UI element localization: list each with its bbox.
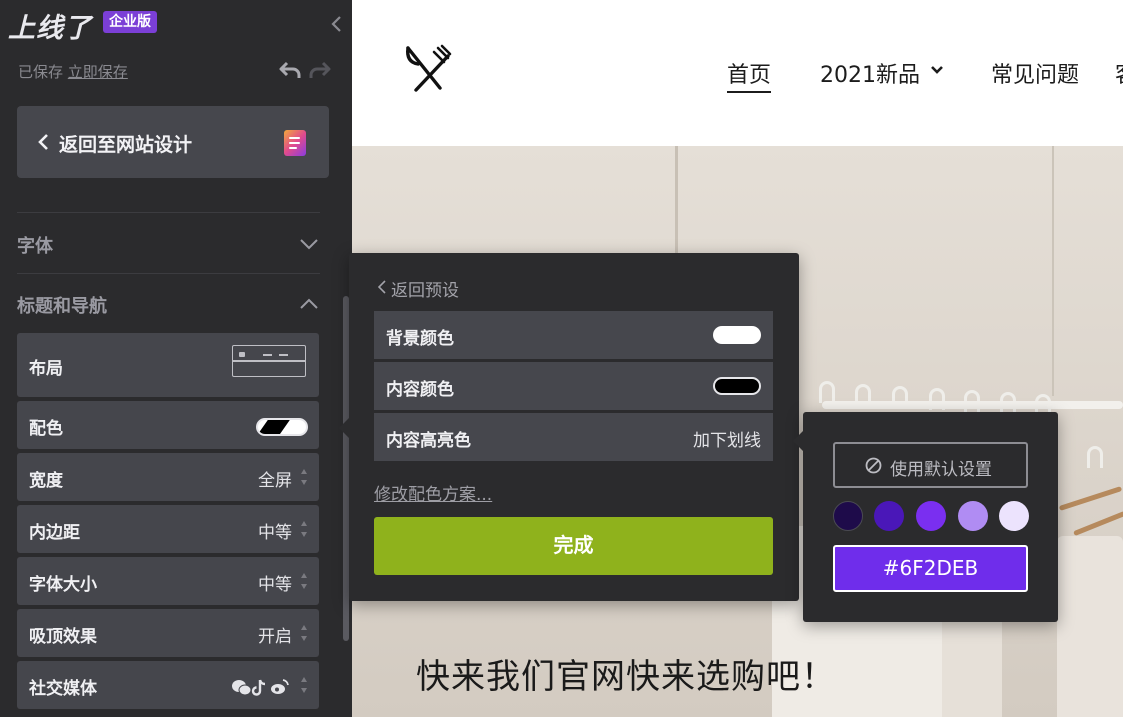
setting-label: 配色	[29, 419, 63, 439]
chevron-down-icon[interactable]	[930, 65, 944, 75]
nav-customer[interactable]: 客	[1115, 57, 1123, 89]
section-font-header[interactable]: 字体	[17, 232, 53, 258]
saved-text: 已保存	[18, 63, 64, 81]
setting-label: 宽度	[29, 471, 63, 491]
setting-label: 字体大小	[29, 575, 97, 595]
save-status: 已保存 立即保存	[18, 61, 128, 82]
chevron-left-icon[interactable]	[378, 280, 386, 294]
row-highlight-color[interactable]: 内容高亮色 加下划线	[374, 413, 773, 461]
setting-label: 社交媒体	[29, 679, 97, 699]
setting-row-color[interactable]: 配色	[17, 401, 319, 449]
row-label: 内容颜色	[386, 380, 454, 400]
social-icons	[232, 679, 289, 696]
collapse-sidebar-icon[interactable]	[328, 14, 346, 34]
swatch-dark-purple[interactable]	[874, 501, 904, 531]
fork-knife-icon[interactable]	[404, 44, 452, 94]
row-label: 内容高亮色	[386, 431, 471, 451]
hero-text[interactable]: 快来我们官网快来选购吧！	[416, 649, 836, 698]
swatch-lightest-purple[interactable]	[999, 501, 1029, 531]
done-button[interactable]: 完成	[374, 517, 773, 575]
hex-color-input[interactable]: #6F2DEB	[833, 545, 1028, 592]
setting-value: 开启	[258, 627, 292, 647]
updown-arrows-icon	[301, 625, 307, 641]
setting-label: 布局	[29, 359, 63, 379]
weibo-icon	[271, 679, 289, 694]
row-label: 背景颜色	[386, 329, 454, 349]
swatch-light-purple[interactable]	[958, 501, 988, 531]
layout-preview-icon	[232, 345, 306, 377]
setting-label: 内边距	[29, 523, 80, 543]
color-scheme-swatch	[256, 418, 308, 436]
setting-value: 全屏	[258, 471, 292, 491]
nav-new-2021[interactable]: 2021新品	[820, 57, 920, 89]
nav-home[interactable]: 首页	[727, 57, 772, 93]
use-default-label: 使用默认设置	[890, 460, 992, 479]
updown-arrows-icon	[301, 469, 307, 485]
ban-icon	[865, 457, 882, 474]
back-to-design-button[interactable]: 返回至网站设计	[17, 106, 329, 178]
color-scheme-popover: 返回预设 背景颜色 内容颜色 内容高亮色 加下划线 修改配色方案... 完成	[339, 253, 799, 601]
highlight-style-value: 加下划线	[693, 431, 761, 451]
content-color-swatch[interactable]	[713, 377, 761, 395]
setting-row-font-size[interactable]: 字体大小 中等	[17, 557, 319, 605]
use-default-button[interactable]: 使用默认设置	[833, 442, 1028, 488]
color-picker-popover: 使用默认设置 #6F2DEB	[793, 412, 1058, 622]
chevron-up-icon[interactable]	[299, 298, 319, 310]
setting-row-padding[interactable]: 内边距 中等	[17, 505, 319, 553]
setting-value: 中等	[258, 575, 292, 595]
divider	[17, 273, 320, 274]
swatch-purple[interactable]	[916, 501, 946, 531]
redo-icon[interactable]	[308, 58, 332, 82]
page-document-icon	[284, 130, 306, 156]
row-content-color[interactable]: 内容颜色	[374, 362, 773, 410]
chevron-down-icon[interactable]	[299, 238, 319, 250]
setting-row-layout[interactable]: 布局	[17, 333, 319, 397]
back-to-design-label: 返回至网站设计	[59, 134, 193, 156]
updown-arrows-icon	[301, 573, 307, 589]
app-logo: 上线了	[8, 13, 92, 44]
section-header-nav[interactable]: 标题和导航	[17, 292, 107, 318]
divider	[17, 212, 320, 213]
back-to-presets-link[interactable]: 返回预设	[391, 276, 459, 301]
row-background-color[interactable]: 背景颜色	[374, 311, 773, 359]
setting-value: 中等	[258, 523, 292, 543]
setting-row-width[interactable]: 宽度 全屏	[17, 453, 319, 501]
setting-row-social[interactable]: 社交媒体	[17, 661, 319, 709]
modify-color-scheme-link[interactable]: 修改配色方案...	[374, 480, 492, 505]
chevron-left-icon	[38, 134, 48, 150]
save-now-link[interactable]: 立即保存	[68, 63, 128, 81]
nav-faq[interactable]: 常见问题	[991, 57, 1079, 89]
updown-arrows-icon	[301, 521, 307, 537]
wechat-icon	[232, 680, 252, 696]
setting-label: 吸顶效果	[29, 627, 97, 647]
undo-icon[interactable]	[278, 58, 302, 82]
enterprise-badge: 企业版	[103, 11, 157, 33]
background-color-swatch[interactable]	[713, 326, 761, 344]
editor-sidebar: 上线了 企业版 已保存 立即保存 返回至网站设计 字体 标题和导航 布局 配色 …	[0, 0, 352, 717]
tiktok-icon	[251, 679, 266, 696]
setting-row-sticky[interactable]: 吸顶效果 开启	[17, 609, 319, 657]
updown-arrows-icon	[301, 677, 307, 693]
swatch-darkest-purple[interactable]	[833, 501, 863, 531]
